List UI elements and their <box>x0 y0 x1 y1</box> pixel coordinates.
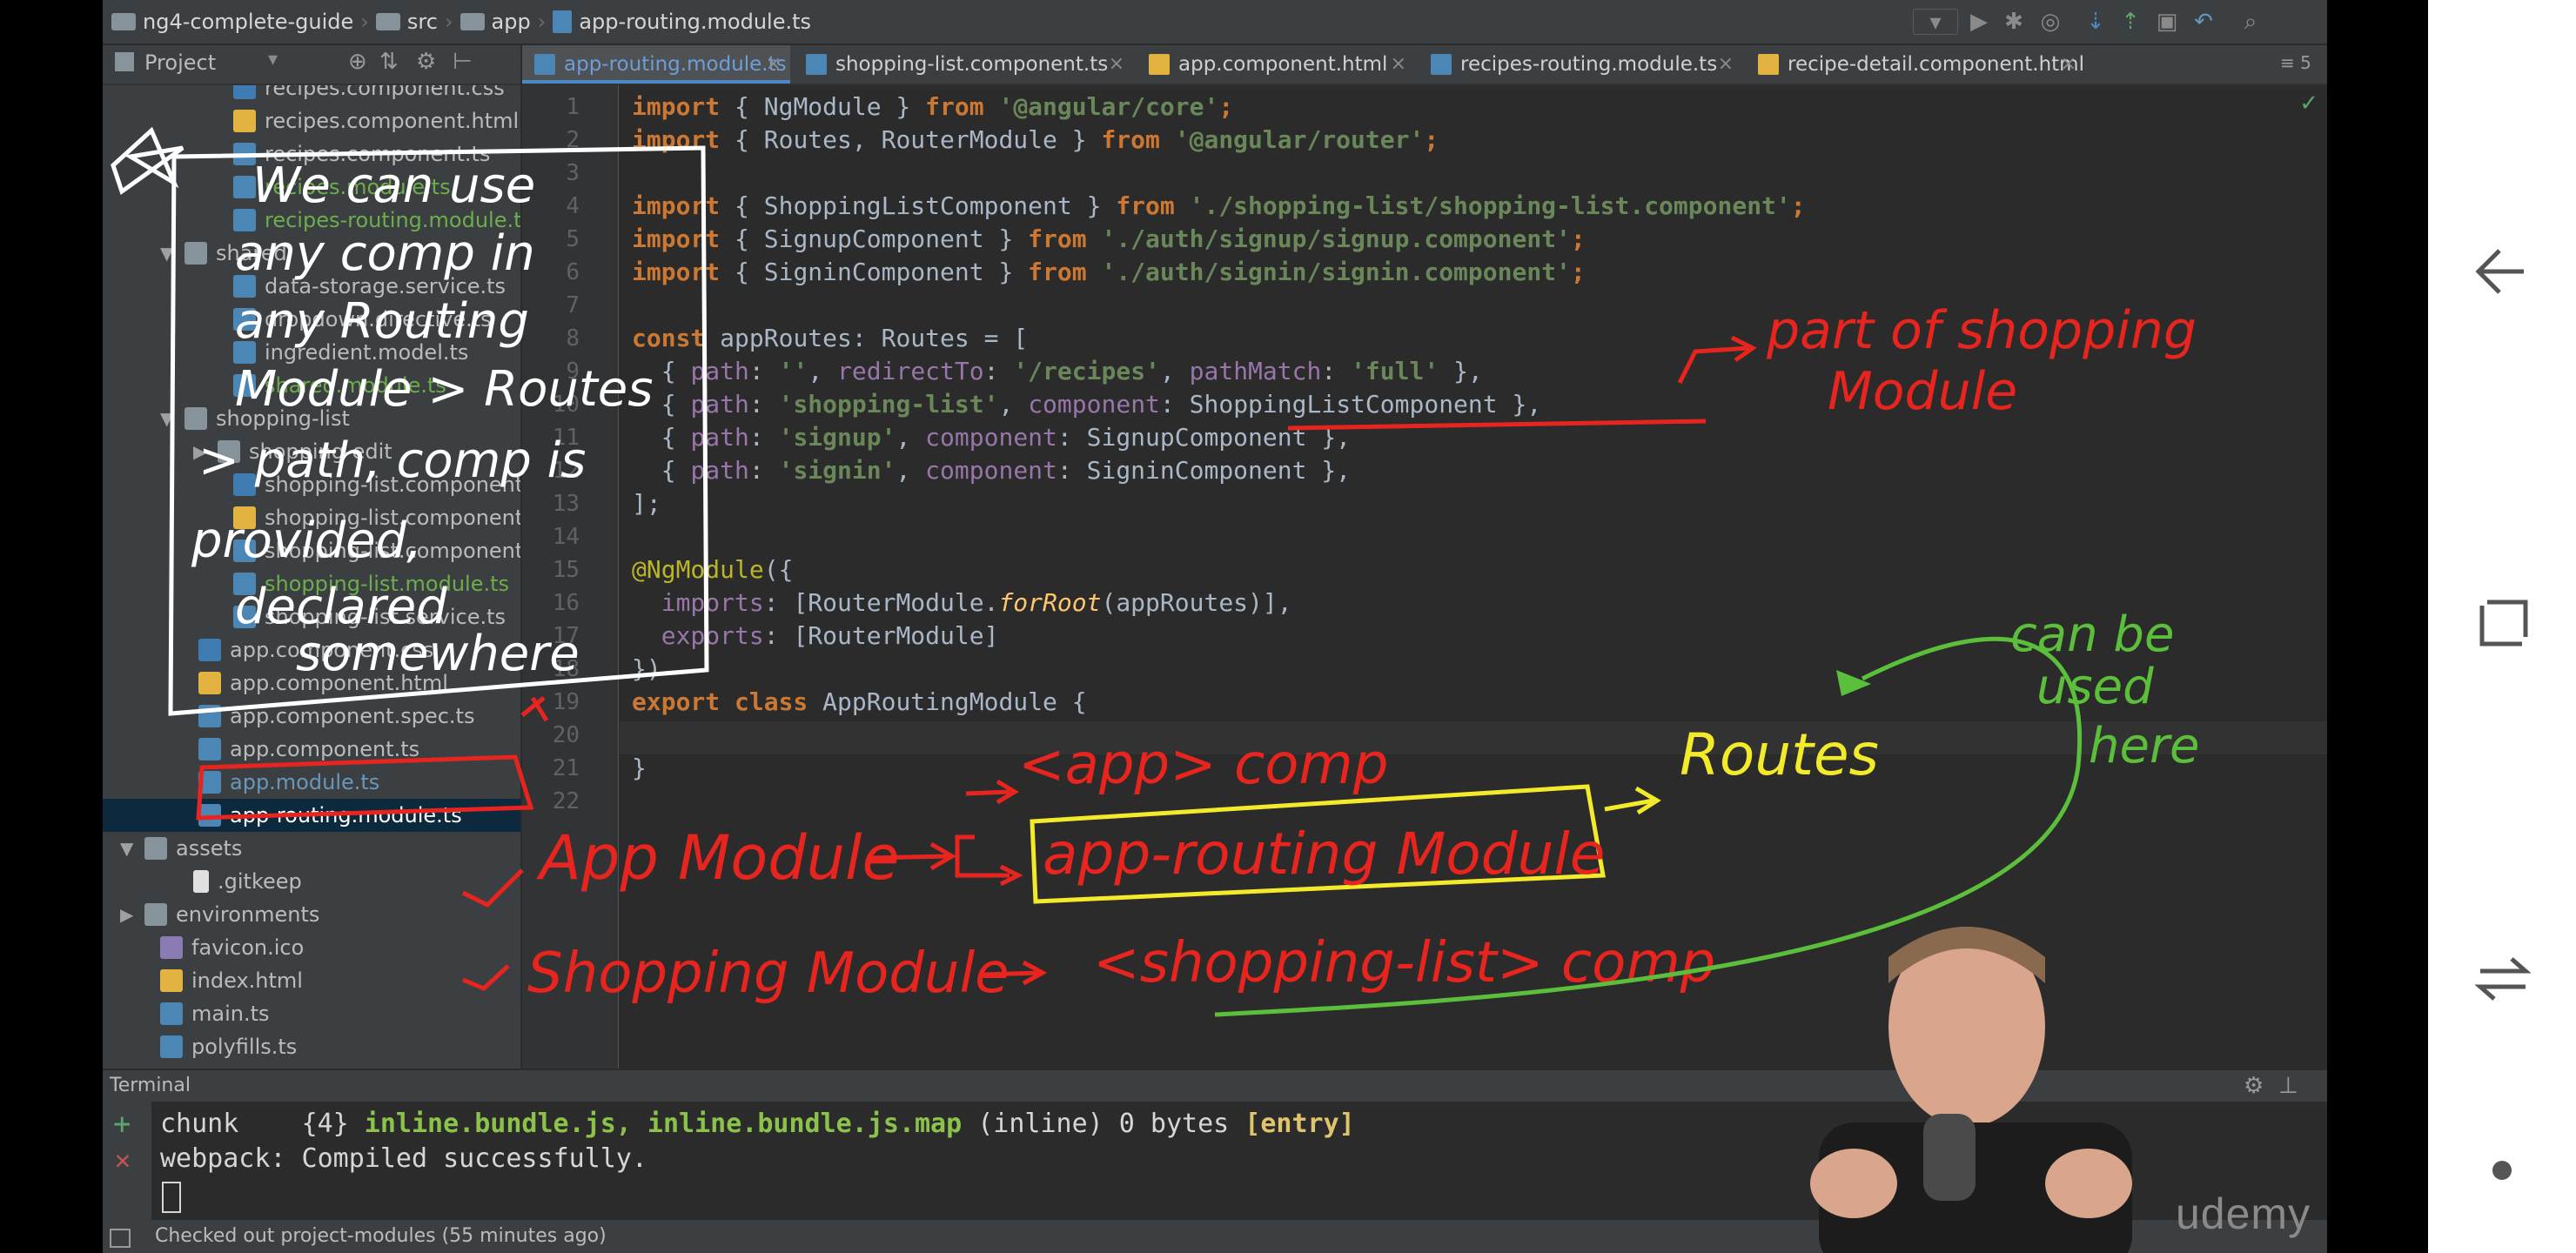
branch-line <box>955 834 1010 878</box>
note-line: any Routing <box>235 293 529 350</box>
udemy-watermark: udemy <box>2176 1189 2311 1238</box>
note-text: We can use any comp in any Routing Modul… <box>191 157 653 682</box>
annotation-label: can be <box>2010 606 2174 663</box>
note-line: provided, <box>191 513 422 569</box>
annotation-label: used <box>2036 659 2154 715</box>
annotation-label: Module <box>1828 361 2017 422</box>
recents-icon[interactable] <box>2477 597 2529 649</box>
annotation-label: Shopping Module <box>527 941 1010 1006</box>
arrow-line <box>1677 345 1750 385</box>
app-routing-highlight <box>196 754 534 821</box>
arrow-head <box>1836 670 1871 696</box>
check-mark <box>461 868 524 908</box>
note-line: > path, comp is <box>198 432 586 489</box>
video-frame: ng4-complete-guide › src › app › app-rou… <box>0 0 2428 1253</box>
note-line: somewhere <box>296 626 580 682</box>
note-line: Module > Routes <box>235 361 653 418</box>
x-mark <box>520 696 549 722</box>
annotation-label: Routes <box>1680 721 1879 788</box>
annotation-label: here <box>2089 718 2199 774</box>
microphone <box>1923 1114 1976 1201</box>
android-nav-bar <box>2428 0 2576 1253</box>
note-line: any comp in <box>235 225 535 282</box>
presenter-hand <box>1810 1149 1897 1218</box>
red-text: part of shopping Module <app> comp App M… <box>527 300 2197 1006</box>
annotation-label: app-routing Module <box>1043 821 1605 888</box>
presenter-video <box>1810 927 2132 1253</box>
switch-app-icon[interactable] <box>2475 954 2531 1002</box>
back-icon[interactable] <box>2473 245 2529 298</box>
underline <box>1287 419 1707 431</box>
check-mark <box>462 964 510 991</box>
note-line: We can use <box>252 157 535 214</box>
branch-line <box>965 789 1010 796</box>
annotation-label: part of shopping <box>1766 300 2197 361</box>
annotation-label: <app> comp <box>1018 733 1388 797</box>
home-dot-icon[interactable] <box>2492 1161 2512 1180</box>
presenter-hand <box>2045 1149 2132 1218</box>
annotation-label: App Module <box>536 822 900 894</box>
annotation-label: <shopping-list> comp <box>1093 931 1715 995</box>
